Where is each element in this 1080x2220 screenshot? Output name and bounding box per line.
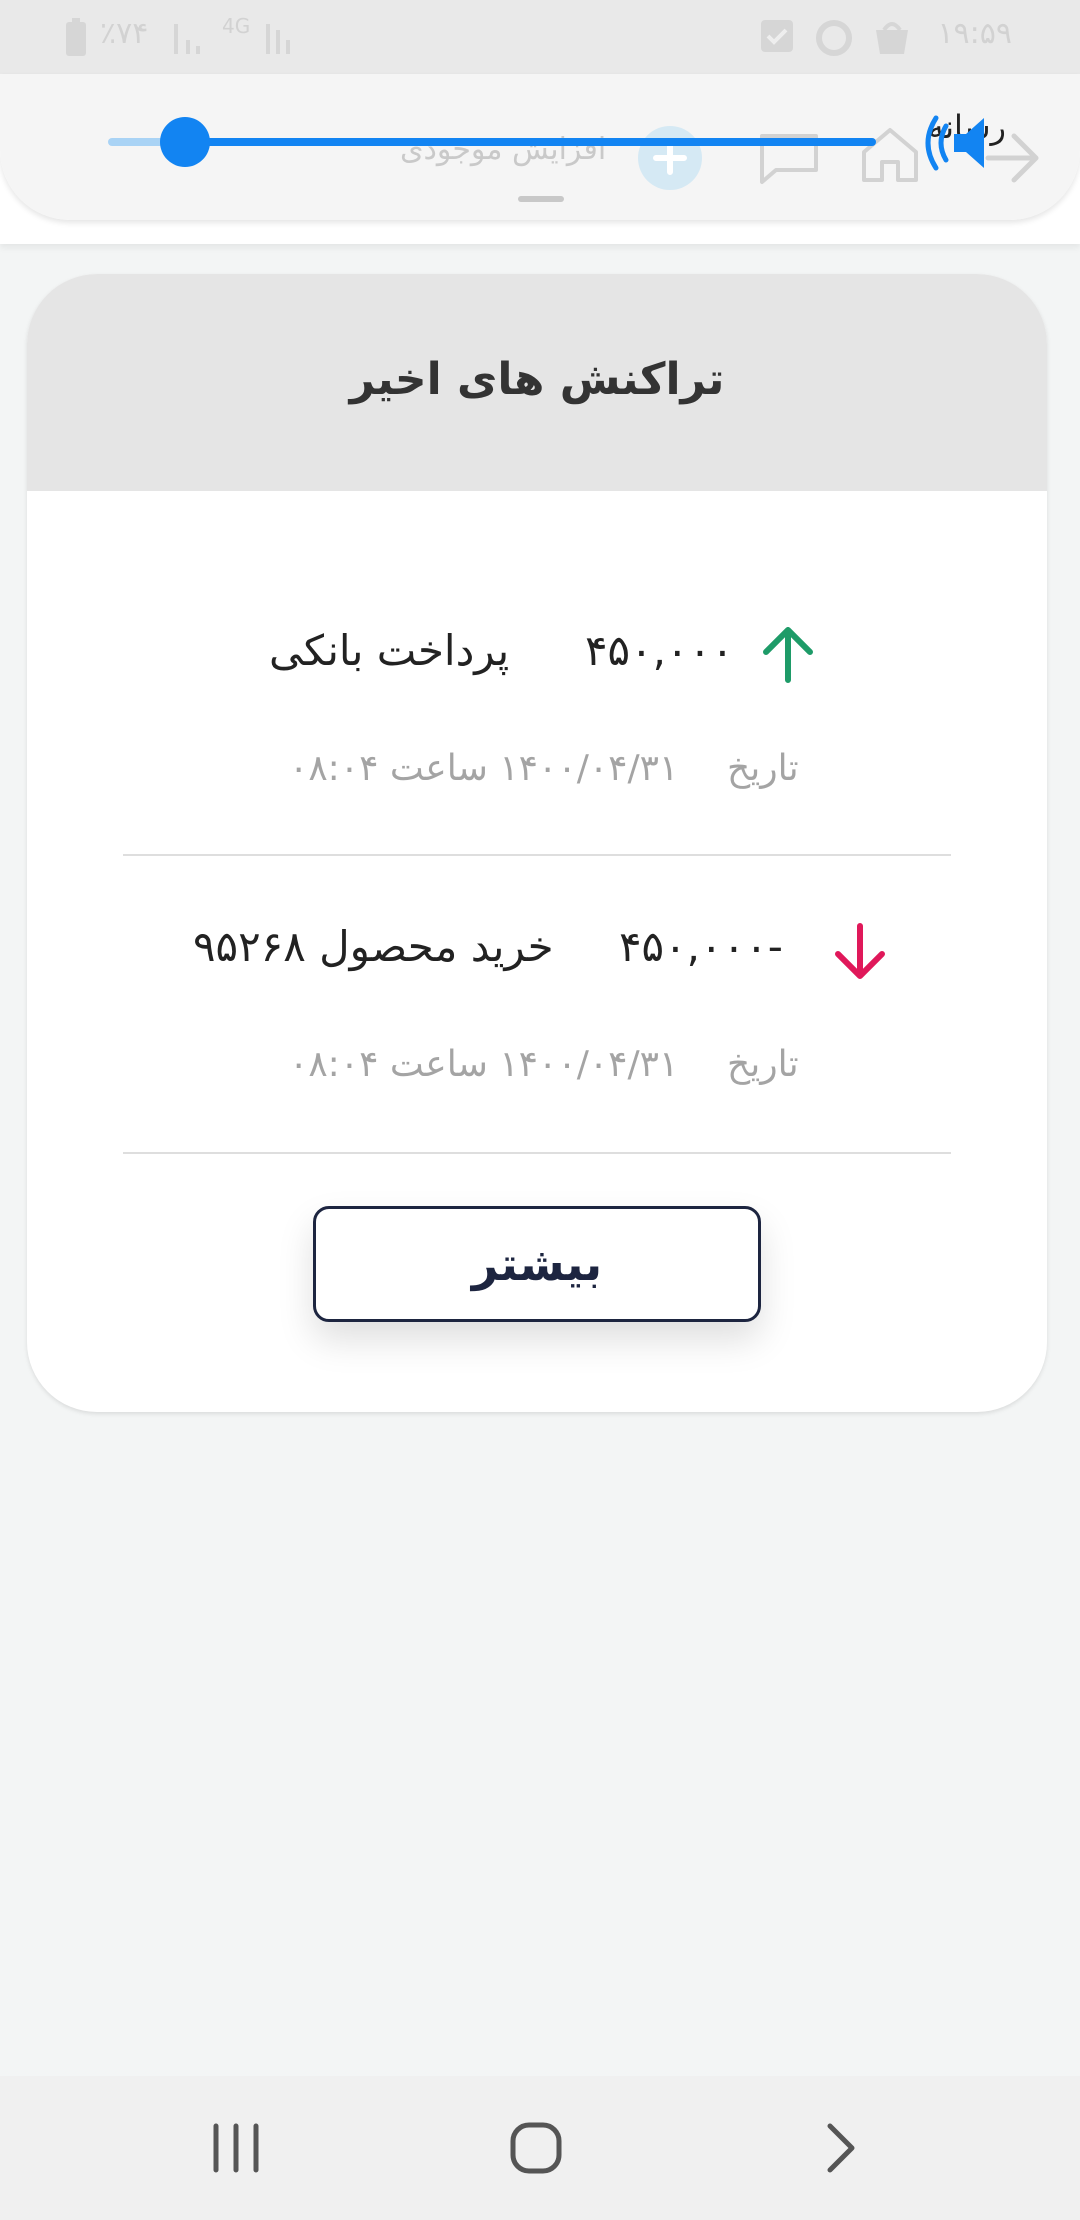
transaction-description: خرید محصول ۹۵۲۶۸ [193,922,554,971]
transaction-description: پرداخت بانکی [269,626,510,675]
system-nav-bar [0,2076,1080,2220]
back-icon[interactable] [810,2118,870,2178]
volume-slider-thumb[interactable] [159,117,210,167]
signal-icon [266,24,290,54]
sync-notification-icon [816,20,852,56]
shop-notification-icon [876,22,908,54]
card-header: تراکنش های اخیر [27,274,1047,491]
home-icon[interactable] [858,122,922,186]
divider [123,1152,951,1154]
more-button[interactable]: بیشتر [313,1206,761,1322]
transaction-date: ۱۴۰۰/۰۴/۳۱ ساعت ۰۸:۰۴ [289,1044,679,1085]
recent-transactions-card: تراکنش های اخیر ۴۵۰,۰۰۰ پرداخت بانکی تار… [27,274,1047,1412]
transaction-date-label: تاریخ [727,748,799,789]
add-balance-button[interactable] [638,126,702,190]
status-time: ۱۹:۵۹ [937,16,1012,51]
card-title: تراکنش های اخیر [349,354,725,405]
network-type: 4G [222,14,251,38]
status-bar: ۱۹:۵۹ ٪۷۴ 4G [0,0,1080,74]
checkbox-notification-icon [761,20,793,52]
panel-drag-handle[interactable] [518,196,564,202]
arrow-up-icon [763,627,813,683]
arrow-down-icon [835,923,885,979]
speaker-icon[interactable] [920,112,1000,174]
battery-percent: ٪۷۴ [100,16,149,51]
battery-icon [66,18,86,56]
transaction-amount: -۴۵۰,۰۰۰ [619,922,783,971]
divider [123,854,951,856]
signal-icon [174,24,200,54]
home-icon[interactable] [506,2118,566,2178]
transaction-date-label: تاریخ [727,1044,799,1085]
transaction-amount: ۴۵۰,۰۰۰ [585,626,734,675]
transaction-date: ۱۴۰۰/۰۴/۳۱ ساعت ۰۸:۰۴ [289,748,679,789]
volume-slider[interactable] [108,138,876,146]
volume-slider-fill [184,138,876,146]
recent-apps-icon[interactable] [206,2118,266,2178]
plus-icon [653,141,687,175]
